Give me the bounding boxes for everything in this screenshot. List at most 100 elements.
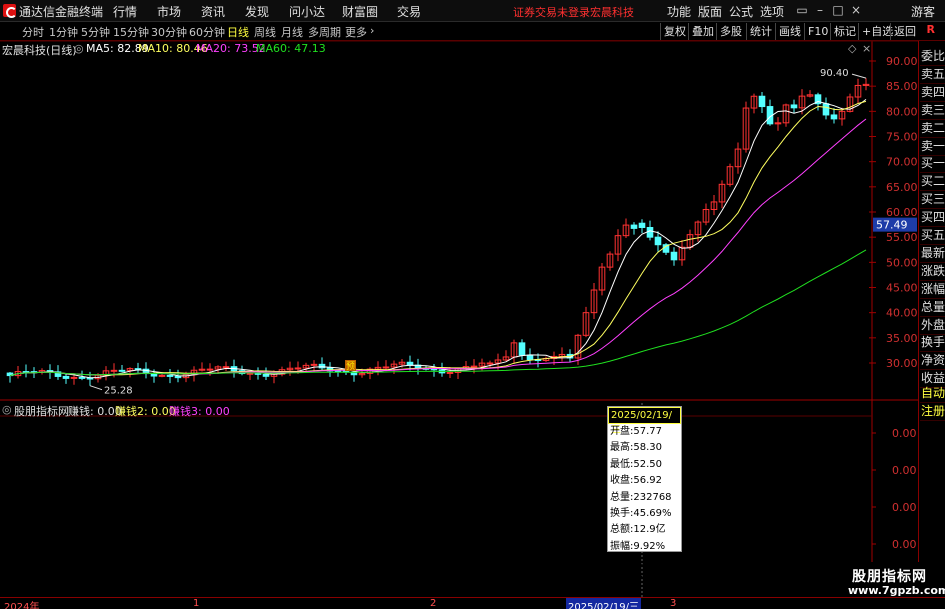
menu-options[interactable]: 选项 <box>760 3 784 20</box>
tool-draw[interactable]: 画线 <box>775 23 804 40</box>
menu-ask[interactable]: 问小达 <box>289 3 325 20</box>
ma60-label: MA60: 47.13 <box>256 42 326 55</box>
date-axis: 2024年 1 2 2025/02/19/三 3 <box>0 597 945 609</box>
period-60min[interactable]: 60分钟 <box>189 24 225 40</box>
tooltip-row: 总量:232768 <box>610 491 672 503</box>
menu-market[interactable]: 市场 <box>157 3 181 20</box>
side-item-9[interactable]: 买四 <box>920 208 945 228</box>
close-icon[interactable]: × <box>848 2 864 18</box>
period-monthly[interactable]: 月线 <box>281 24 303 40</box>
period-30min[interactable]: 30分钟 <box>151 24 187 40</box>
candle-body <box>830 114 838 120</box>
period-intraday[interactable]: 分时 <box>22 24 44 40</box>
side-item-4[interactable]: 卖二 <box>920 119 945 138</box>
watermark-url: www.7gpzb.com <box>848 584 945 597</box>
maximize-icon[interactable]: □ <box>830 2 846 18</box>
chart-close-icon[interactable]: × <box>862 42 871 55</box>
candle-body <box>670 251 678 261</box>
diamond-icon[interactable]: ◇ <box>848 42 856 55</box>
side-item-6[interactable]: 买一 <box>920 154 945 174</box>
login-warning[interactable]: 证券交易未登录 <box>513 4 590 20</box>
price-tick-label: 55.00 <box>886 231 918 244</box>
tool-adjust[interactable]: 复权 <box>660 23 689 40</box>
expand-icon[interactable]: ◎ <box>74 42 84 55</box>
period-daily[interactable]: 日线 <box>227 24 249 40</box>
price-tick-label: 75.00 <box>886 131 918 144</box>
low-annotation-label: 25.28 <box>104 386 133 397</box>
side-item-5[interactable]: 卖一 <box>920 137 945 156</box>
stock-name-label: 宏晨科技(日线) <box>2 44 77 57</box>
low-annotation-arrow <box>89 385 103 391</box>
candle-body <box>206 368 214 371</box>
side-sub-item-1[interactable]: 注册 <box>920 402 945 421</box>
menu-formula[interactable]: 公式 <box>729 3 753 20</box>
candle-body <box>62 375 70 379</box>
menu-discover[interactable]: 发现 <box>245 3 269 20</box>
period-more[interactable]: 更多 <box>345 24 367 40</box>
side-item-14[interactable]: 总量 <box>920 298 945 317</box>
candle-body <box>382 366 390 369</box>
menu-layout[interactable]: 版面 <box>698 3 722 20</box>
side-item-7[interactable]: 买二 <box>920 172 945 192</box>
tool-mark[interactable]: 标记 <box>830 23 859 40</box>
tooltip-row: 开盘:57.77 <box>610 426 662 437</box>
tool-f10[interactable]: F10 <box>804 23 831 40</box>
side-sub-item-0[interactable]: 自动 <box>920 384 945 403</box>
kline-chart[interactable]: 90.00 85.00 80.00 75.00 70.00 65.00 60.00 55.00… <box>0 41 918 597</box>
tool-multistock[interactable]: 多股 <box>716 23 745 40</box>
side-item-10[interactable]: 买五 <box>920 226 945 245</box>
candle-body <box>110 369 118 372</box>
tooltip-row: 振幅:9.92% <box>610 540 666 552</box>
side-item-1[interactable]: 卖五 <box>920 65 945 84</box>
app-title: 通达信金融终端 <box>19 5 104 19</box>
price-tick-label: 70.00 <box>886 156 918 169</box>
tool-stats[interactable]: 统计 <box>746 23 775 40</box>
period-1min[interactable]: 1分钟 <box>49 24 78 40</box>
tool-overlay[interactable]: 叠加 <box>688 23 717 40</box>
period-multi[interactable]: 多周期 <box>308 24 341 40</box>
candle-body <box>470 365 478 368</box>
side-item-8[interactable]: 买三 <box>920 190 945 210</box>
price-tick-label: 80.00 <box>886 105 918 118</box>
tool-back[interactable]: 返回 <box>890 23 919 40</box>
side-item-12[interactable]: 涨跌 <box>920 262 945 281</box>
indicator-line1: 赚钱: 0.00 <box>68 405 122 418</box>
candle-body <box>758 95 766 108</box>
candle-body <box>822 103 830 116</box>
side-item-0[interactable]: 委比 <box>920 47 945 66</box>
side-item-17[interactable]: 净资 <box>920 351 945 371</box>
period-15min[interactable]: 15分钟 <box>113 24 149 40</box>
candle-body <box>158 374 166 377</box>
tooltip-row: 换手:45.69% <box>610 507 672 519</box>
side-item-13[interactable]: 涨幅 <box>920 280 945 299</box>
restore-icon[interactable]: ▭ <box>794 2 810 18</box>
menu-functions[interactable]: 功能 <box>667 3 691 20</box>
menu-news[interactable]: 资讯 <box>201 3 225 20</box>
menu-quotes[interactable]: 行情 <box>113 3 137 20</box>
tooltip-row: 涨幅:-2.65% <box>610 573 669 585</box>
price-tick-label: 85.00 <box>886 80 918 93</box>
indicator-expand-icon[interactable]: ◎ <box>2 403 12 416</box>
side-item-11[interactable]: 最新 <box>920 244 945 263</box>
indicator-tick-label: 0.00 <box>892 538 917 551</box>
side-item-16[interactable]: 换手 <box>920 333 945 353</box>
more-chevron-icon[interactable]: › <box>370 24 374 37</box>
tooltip-date: 2025/02/19/三 <box>608 407 681 436</box>
price-tick-label: 65.00 <box>886 181 918 194</box>
period-toolbar: 分时 1分钟 5分钟 15分钟 30分钟 60分钟 日线 周线 月线 多周期 更… <box>0 22 945 41</box>
candle-body <box>166 374 174 377</box>
minimize-icon[interactable]: – <box>812 2 828 18</box>
menu-wealth[interactable]: 财富圈 <box>342 3 378 20</box>
side-item-2[interactable]: 卖四 <box>920 83 945 102</box>
ma5-line <box>9 99 867 379</box>
current-price-label: 57.49 <box>876 219 908 232</box>
guest-label[interactable]: 游客 <box>911 3 935 20</box>
indicator-name: 股朋指标网 <box>14 405 69 418</box>
candle-body <box>630 224 638 229</box>
side-item-15[interactable]: 外盘 <box>920 316 945 335</box>
period-weekly[interactable]: 周线 <box>254 24 276 40</box>
menu-trade[interactable]: 交易 <box>397 3 421 20</box>
ma-legend: 宏晨科技(日线) ◎ MA5: 82.89 MA10: 80.46 MA20: … <box>0 41 871 57</box>
side-item-3[interactable]: 卖三 <box>920 101 945 120</box>
period-5min[interactable]: 5分钟 <box>81 24 110 40</box>
